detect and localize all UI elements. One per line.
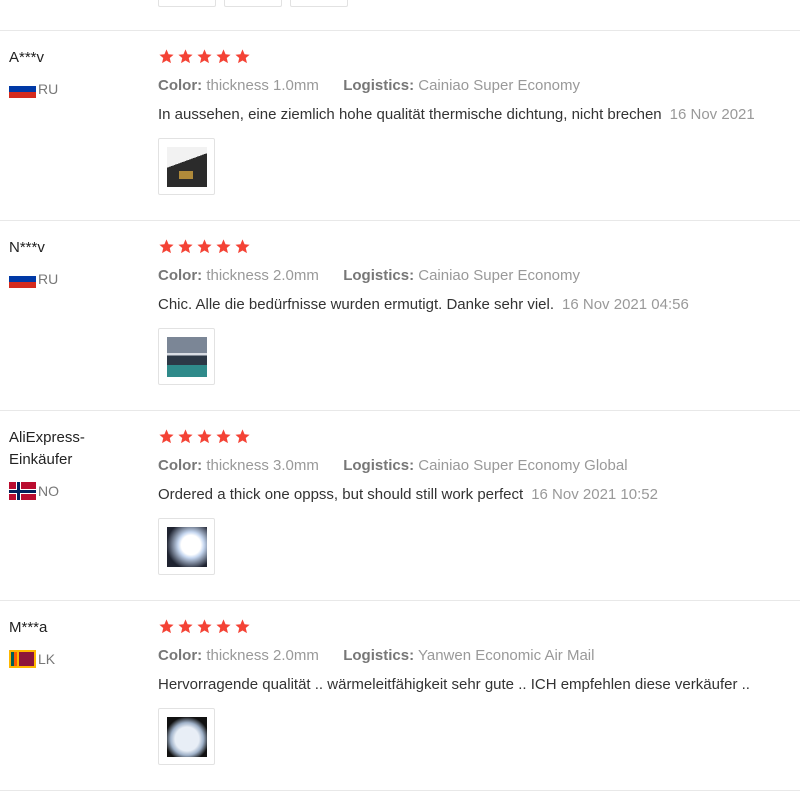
review-photo-image [167,717,207,757]
logistics-label: Logistics: [343,647,415,664]
review-photo-image [167,147,207,187]
sri-lanka-flag-icon [9,650,36,668]
star-icon [158,48,175,65]
star-icon [215,238,232,255]
norway-flag-icon [9,482,36,500]
star-icon [177,48,194,65]
reviewer-name: N***v [9,239,45,256]
logistics-value: Cainiao Super Economy [418,267,581,284]
color-value: thickness 3.0mm [206,457,319,474]
review-photo-thumbnail[interactable] [290,0,348,7]
color-label: Color: [158,647,203,664]
review-date: 16 Nov 2021 10:52 [531,486,658,503]
logistics-label: Logistics: [343,77,415,94]
review-divider [0,790,800,791]
review-item: A***v RU Color: thickness 1.0mm Logistic… [0,30,800,220]
review-item: M***a LK Color: thickness 2.0mm Logistic… [0,600,800,790]
review-meta: Color: thickness 3.0mm Logistics: Cainia… [158,457,628,474]
star-icon [177,618,194,635]
review-text: Ordered a thick one oppss, but should st… [158,486,658,503]
review-photo-image [167,527,207,567]
color-label: Color: [158,457,203,474]
russia-flag-icon [9,270,36,288]
review-text: Hervorragende qualität .. wärmeleitfähig… [158,676,750,693]
review-meta: Color: thickness 1.0mm Logistics: Cainia… [158,77,580,94]
star-icon [196,238,213,255]
russia-flag-icon [9,80,36,98]
star-icon [215,428,232,445]
star-icon [177,238,194,255]
star-icon [177,428,194,445]
review-body: Chic. Alle die bedürfnisse wurden ermuti… [158,296,555,313]
review-date: 16 Nov 2021 [669,106,755,123]
reviewer-name: A***v [9,49,45,66]
logistics-value: Cainiao Super Economy [418,77,581,94]
country-code: RU [38,81,59,97]
reviewer-country: LK [9,650,55,668]
star-icon [196,428,213,445]
star-rating [158,618,251,635]
review-photo-thumbnail[interactable] [158,518,215,575]
color-label: Color: [158,77,203,94]
review-photo-thumbnail[interactable] [158,708,215,765]
star-icon [196,618,213,635]
star-icon [234,48,251,65]
color-label: Color: [158,267,203,284]
review-photo-image [167,337,207,377]
star-icon [234,428,251,445]
review-meta: Color: thickness 2.0mm Logistics: Cainia… [158,267,580,284]
review-item: N***v RU Color: thickness 2.0mm Logistic… [0,220,800,410]
review-photo-thumbnail[interactable] [158,0,216,7]
review-photo-thumbnail[interactable] [158,138,215,195]
star-rating [158,428,251,445]
reviewer-country: NO [9,482,59,500]
country-code: NO [38,483,59,499]
star-icon [158,618,175,635]
review-body: In aussehen, eine ziemlich hohe qualität… [158,106,662,123]
color-value: thickness 2.0mm [206,267,319,284]
country-code: LK [38,651,56,667]
star-icon [234,618,251,635]
review-text: Chic. Alle die bedürfnisse wurden ermuti… [158,296,689,313]
country-code: RU [38,271,59,287]
star-icon [234,238,251,255]
review-meta: Color: thickness 2.0mm Logistics: Yanwen… [158,647,594,664]
star-icon [215,618,232,635]
logistics-value: Cainiao Super Economy Global [418,457,628,474]
star-icon [158,238,175,255]
review-photo-thumbnail[interactable] [224,0,282,7]
reviewer-country: RU [9,270,58,288]
star-rating [158,48,251,65]
star-icon [215,48,232,65]
review-item: AliExpress-Einkäufer NO Color: thickness… [0,410,800,600]
reviewer-name: M***a [9,619,48,636]
star-icon [196,48,213,65]
logistics-label: Logistics: [343,267,415,284]
review-photo-thumbnail[interactable] [158,328,215,385]
reviewer-name: AliExpress-Einkäufer [9,429,85,468]
review-body: Hervorragende qualität .. wärmeleitfähig… [158,676,750,693]
star-rating [158,238,251,255]
review-text: In aussehen, eine ziemlich hohe qualität… [158,106,755,123]
logistics-value: Yanwen Economic Air Mail [417,647,595,664]
reviewer-country: RU [9,80,58,98]
color-value: thickness 2.0mm [206,647,319,664]
logistics-label: Logistics: [343,457,415,474]
color-value: thickness 1.0mm [206,77,319,94]
star-icon [158,428,175,445]
review-body: Ordered a thick one oppss, but should st… [158,486,524,503]
review-date: 16 Nov 2021 04:56 [562,296,689,313]
